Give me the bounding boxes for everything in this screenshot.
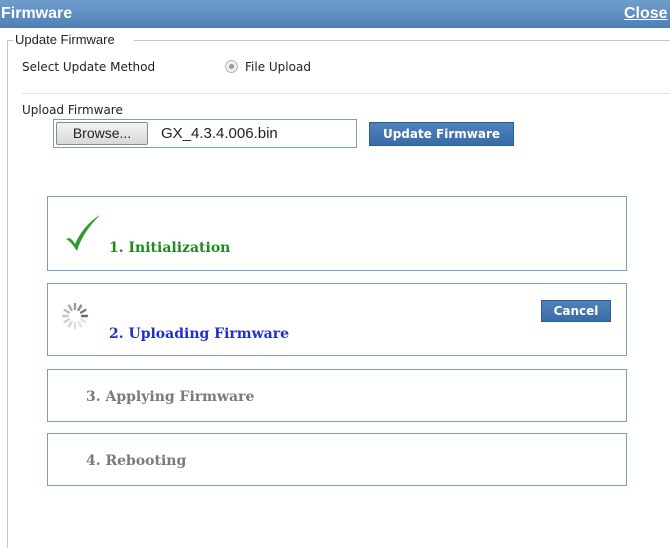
file-upload-radio[interactable] (225, 60, 238, 73)
step-2-title: 2. Uploading Firmware (109, 326, 290, 342)
dialog-title: Firmware (1, 5, 73, 22)
step-uploading-firmware: 2. Uploading Firmware Cancel (47, 283, 627, 356)
dialog-titlebar: Firmware Close (0, 0, 670, 28)
checkmark-icon (66, 215, 100, 251)
fieldset-border-top (134, 40, 670, 41)
browse-button[interactable]: Browse... (56, 122, 148, 145)
close-button[interactable]: Close (624, 5, 668, 23)
fieldset-border (7, 40, 8, 548)
step-4-title: 4. Rebooting (86, 453, 187, 469)
update-method-label: Select Update Method (22, 60, 156, 74)
step-initialization: 1. Initialization (47, 196, 627, 271)
selected-file-name: GX_4.3.4.006.bin (161, 125, 278, 142)
step-applying-firmware: 3. Applying Firmware (47, 369, 627, 422)
file-upload-option-label[interactable]: File Upload (245, 60, 311, 74)
file-input[interactable]: Browse... GX_4.3.4.006.bin (53, 119, 357, 148)
update-firmware-legend: Update Firmware (15, 32, 115, 47)
step-rebooting: 4. Rebooting (47, 433, 627, 486)
step-3-title: 3. Applying Firmware (86, 389, 255, 405)
fieldset-border-top-left (7, 40, 13, 41)
spinner-icon (61, 302, 89, 330)
update-firmware-button[interactable]: Update Firmware (369, 122, 514, 146)
section-divider (22, 93, 670, 94)
cancel-button[interactable]: Cancel (541, 300, 611, 322)
step-1-title: 1. Initialization (109, 240, 231, 256)
upload-firmware-label: Upload Firmware (22, 103, 123, 117)
